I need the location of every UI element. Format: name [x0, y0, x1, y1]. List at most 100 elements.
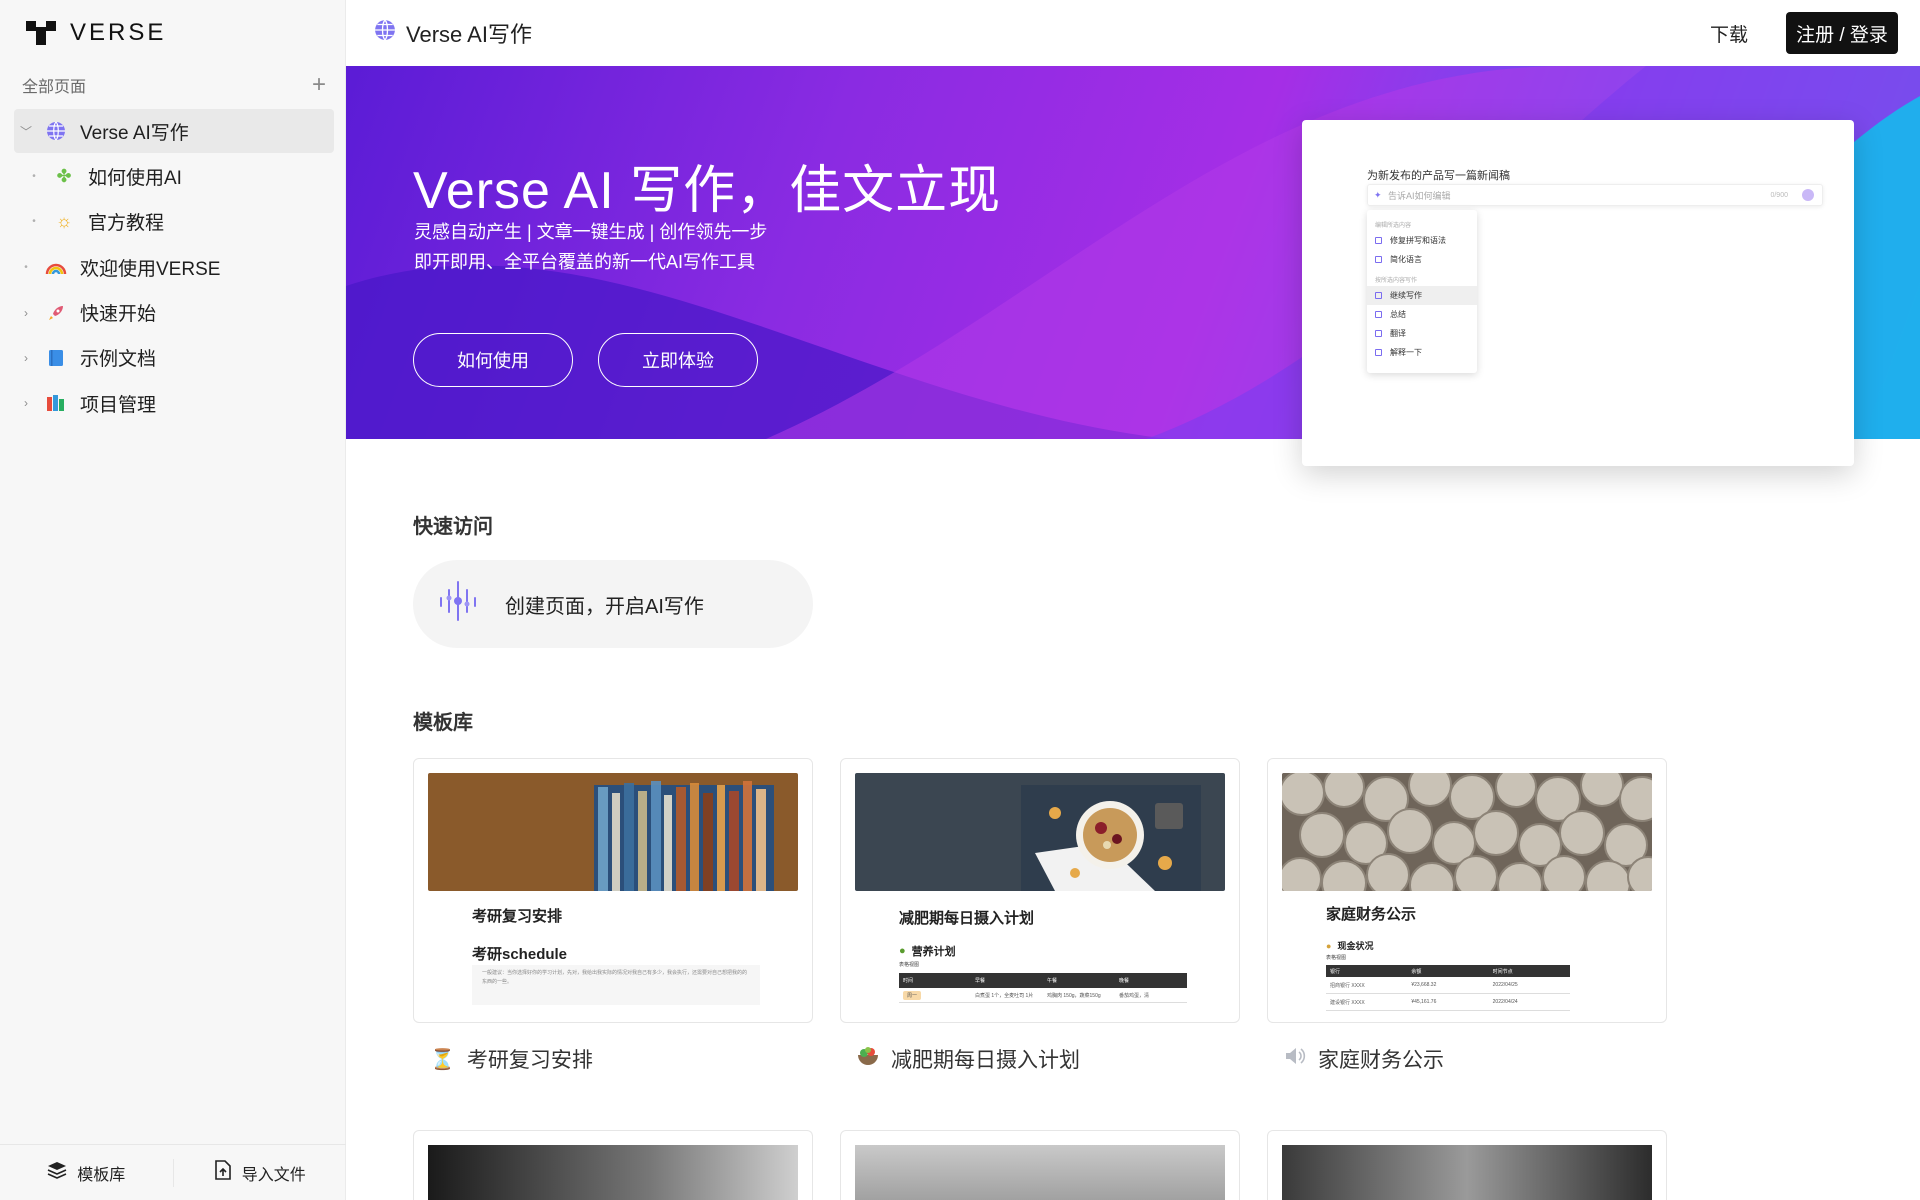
- verse-logo[interactable]: VERSE: [26, 18, 166, 48]
- bullet-icon: •: [32, 170, 36, 182]
- apple-icon: ●: [899, 945, 906, 957]
- sun-icon: ☼: [55, 211, 73, 232]
- sidebar-item-quick-start[interactable]: › 快速开始: [14, 291, 334, 335]
- hourglass-icon: ⏳: [430, 1048, 455, 1071]
- chevron-right-icon[interactable]: ›: [14, 396, 38, 410]
- hero-subtitle-2: 即开即用、全平台覆盖的新一代AI写作工具: [414, 252, 756, 272]
- add-page-icon[interactable]: +: [312, 73, 326, 97]
- sparkle-icon: ✦: [1374, 189, 1382, 200]
- template-card-diet-plan[interactable]: 减肥期每日摄入计划 ● 营养计划 表格视图 时间 早餐 午餐 晚餐 周一 白煮蛋…: [840, 758, 1240, 1023]
- table-cell: 白煮蛋 1个，全麦吐司 1片: [975, 992, 1034, 999]
- table-cell: 建设银行 XXXX: [1330, 999, 1365, 1006]
- menu-item-label: 总结: [1390, 310, 1406, 319]
- template-doc-title: 考研复习安排: [472, 908, 563, 925]
- table-row: 周一 白煮蛋 1个，全麦吐司 1片 鸡胸肉 150g，蔬菜150g 番茄鸡蛋，清: [899, 988, 1187, 1003]
- template-library-heading: 模板库: [413, 712, 473, 734]
- simplify-icon: [1375, 256, 1382, 263]
- sidebar-item-label: 如何使用AI: [88, 167, 182, 189]
- create-page-button[interactable]: 创建页面，开启AI写作: [413, 560, 813, 648]
- menu-group-heading: 按所选内容写作: [1375, 278, 1418, 284]
- chevron-right-icon[interactable]: ›: [14, 351, 38, 365]
- sidebar-item-label: Verse AI写作: [80, 122, 189, 144]
- table-header-cell: 时间节点: [1492, 968, 1513, 975]
- template-card-row2-1[interactable]: [413, 1130, 813, 1200]
- table-cell: ¥45,161.76: [1411, 999, 1437, 1005]
- sidebar-item-sample-docs[interactable]: › 示例文档: [14, 336, 334, 380]
- how-to-use-button[interactable]: 如何使用: [413, 333, 573, 387]
- list-icon: [1375, 311, 1382, 318]
- preview-placeholder: 告诉AI如何编辑: [1388, 190, 1451, 201]
- layers-icon: [47, 1161, 67, 1184]
- template-doc-title: 减肥期每日摄入计划: [899, 910, 1035, 927]
- speaker-icon: [1284, 1046, 1306, 1072]
- import-file-label: 导入文件: [241, 1166, 306, 1184]
- sidebar-item-project-management[interactable]: › 项目管理: [14, 381, 334, 425]
- template-doc-subtitle-row: ● 现金状况: [1326, 939, 1373, 952]
- sidebar-footer: 模板库 导入文件: [0, 1144, 346, 1200]
- template-card-exam-schedule[interactable]: 考研复习安排 考研schedule 一般建议：当你选择好你的学习计划，先对，我给…: [413, 758, 813, 1023]
- menu-item-fix-grammar: 修复拼写和语法: [1367, 231, 1477, 250]
- template-label-diet-plan[interactable]: 减肥期每日摄入计划: [857, 1044, 1080, 1074]
- menu-item-simplify: 简化语言: [1367, 250, 1477, 269]
- template-label-exam-schedule[interactable]: ⏳ 考研复习安排: [430, 1044, 593, 1074]
- book-icon: [1375, 349, 1382, 356]
- quick-access-heading: 快速访问: [413, 516, 493, 538]
- table-header-cell: 午餐: [1047, 978, 1058, 984]
- table-cell: 鸡胸肉 150g，蔬菜150g: [1047, 992, 1101, 999]
- sidebar-item-official-tutorial[interactable]: • ☼ 官方教程: [14, 200, 334, 244]
- template-mini-table: 银行 余额 时间节点 招商银行 XXXX ¥23,668.32 2022/04/…: [1326, 965, 1570, 1011]
- chevron-right-icon[interactable]: ›: [14, 306, 38, 320]
- ai-editor-preview: 为新发布的产品写一篇新闻稿 ✦ 告诉AI如何编辑 0/900 编辑所选内容 修复…: [1302, 120, 1854, 466]
- money-bag-icon: ●: [1326, 940, 1332, 951]
- menu-item-summary: 总结: [1367, 305, 1477, 324]
- template-label-family-finance[interactable]: 家庭财务公示: [1284, 1044, 1444, 1074]
- import-file-icon: [214, 1160, 232, 1185]
- template-doc-subtitle: 现金状况: [1337, 941, 1374, 951]
- template-banner: [855, 1145, 1225, 1200]
- template-card-family-finance[interactable]: 家庭财务公示 ● 现金状况 表格视图 银行 余额 时间节点 招商银行 XXXX …: [1267, 758, 1667, 1023]
- hero-title: Verse AI 写作，佳文立现: [413, 162, 1002, 220]
- login-button[interactable]: 注册 / 登录: [1786, 12, 1898, 54]
- rocket-icon: [44, 301, 68, 325]
- template-library-button[interactable]: 模板库: [0, 1145, 173, 1200]
- table-view-label: 表格视图: [899, 962, 920, 968]
- page-title: Verse AI写作: [374, 0, 532, 66]
- sidebar-item-label: 示例文档: [80, 349, 157, 371]
- table-cell: 招商银行 XXXX: [1330, 982, 1365, 989]
- table-row: 建设银行 XXXX ¥45,161.76 2022/04/24: [1326, 994, 1570, 1011]
- sidebar-item-how-to-use-ai[interactable]: • ✤ 如何使用AI: [14, 154, 334, 198]
- menu-item-continue: 继续写作: [1367, 286, 1477, 305]
- menu-group-heading: 编辑所选内容: [1375, 223, 1412, 229]
- import-file-button[interactable]: 导入文件: [172, 1158, 347, 1187]
- download-link[interactable]: 下载: [1710, 20, 1748, 47]
- template-banner: [855, 773, 1225, 891]
- send-icon: [1802, 189, 1814, 201]
- template-banner: [1282, 773, 1652, 891]
- table-cell: 2022/04/25: [1492, 982, 1518, 988]
- sidebar-item-label: 快速开始: [80, 304, 157, 326]
- template-label-text: 考研复习安排: [466, 1049, 593, 1072]
- table-cell: 周一: [899, 988, 971, 1002]
- logo-text: VERSE: [70, 19, 167, 46]
- salad-icon: [857, 1046, 879, 1072]
- sidebar-item-verse-ai[interactable]: ﹀ Verse AI写作: [14, 109, 334, 153]
- sidebar: VERSE 全部页面 + ﹀ Verse AI写作 • ✤ 如何使用AI • ☼…: [0, 0, 346, 1200]
- template-card-row2-2[interactable]: [840, 1130, 1240, 1200]
- template-note-block: 一般建议：当你选择好你的学习计划，先对，我给出我实际的情况对我自己有多少，我会执…: [472, 965, 760, 1005]
- template-card-row2-3[interactable]: [1267, 1130, 1667, 1200]
- template-doc-subtitle: 考研schedule: [472, 946, 568, 963]
- template-banner: [428, 773, 798, 891]
- translate-icon: [1375, 330, 1382, 337]
- verse-logo-icon: [26, 21, 58, 45]
- hero-subtitle-1: 灵感自动产生 | 文章一键生成 | 创作领先一步: [414, 222, 768, 242]
- template-doc-title: 家庭财务公示: [1326, 906, 1417, 923]
- menu-item-explain: 解释一下: [1367, 343, 1477, 362]
- top-bar: Verse AI写作 下载 注册 / 登录: [346, 0, 1920, 66]
- ai-sparkle-icon: [435, 578, 481, 630]
- chevron-down-icon[interactable]: ﹀: [14, 123, 38, 140]
- sidebar-item-welcome[interactable]: • 欢迎使用VERSE: [14, 245, 334, 289]
- try-now-button[interactable]: 立即体验: [598, 333, 758, 387]
- coins-image: [1282, 773, 1652, 891]
- table-header-row: 银行 余额 时间节点: [1326, 965, 1570, 977]
- page-title-text: Verse AI写作: [406, 22, 532, 47]
